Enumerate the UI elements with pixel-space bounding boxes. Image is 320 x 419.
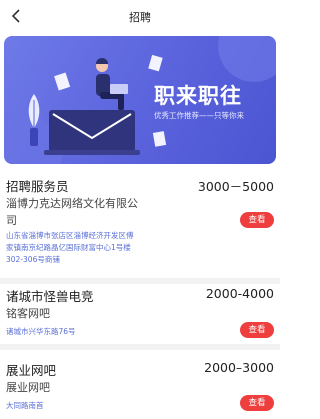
view-button[interactable]: 查看: [240, 322, 274, 338]
page-title: 招聘: [129, 11, 151, 24]
job-salary: 3000－5000: [197, 179, 274, 194]
job-salary: 2000–3000: [204, 360, 274, 375]
job-address: 大同路南首: [6, 401, 44, 410]
job-address: 诸城市兴华东路76号: [6, 327, 76, 336]
job-title: 展业网吧: [6, 363, 57, 378]
company-name: 展业网吧: [6, 381, 50, 394]
address-line: 家镇南京纪路晶亿国际财富中心1号楼: [6, 243, 131, 252]
company-name: 淄博力克达网络文化有限公 司: [6, 195, 138, 229]
promo-banner[interactable]: 职来职往 优秀工作推荐——只等你来: [4, 36, 276, 164]
banner-subtitle: 优秀工作推荐——只等你来: [154, 111, 244, 120]
job-salary: 2000-4000: [205, 286, 274, 301]
company-name: 铭客网吧: [6, 307, 50, 320]
view-button[interactable]: 查看: [240, 212, 274, 228]
address-line: 山东省淄博市张店区淄博经济开发区傅: [6, 231, 134, 240]
job-title: 诸城市怪兽电竞: [6, 289, 94, 304]
banner-title: 职来职往: [154, 84, 242, 108]
job-card[interactable]: 招聘服务员 3000－5000 淄博力克达网络文化有限公 司 山东省淄博市张店区…: [0, 168, 280, 280]
job-address: 山东省淄博市张店区淄博经济开发区傅 家镇南京纪路晶亿国际财富中心1号楼 302-…: [6, 230, 134, 266]
company-name-line: 淄博力克达网络文化有限公: [6, 197, 138, 210]
job-card[interactable]: 诸城市怪兽电竞 2000-4000 铭客网吧 诸城市兴华东路76号 查看: [0, 284, 280, 342]
job-title: 招聘服务员: [6, 179, 69, 194]
address-line: 302-306号商铺: [6, 255, 60, 264]
view-button[interactable]: 查看: [240, 395, 274, 411]
job-card[interactable]: 展业网吧 2000–3000 展业网吧 大同路南首 查看: [0, 350, 280, 419]
top-bar: 招聘: [0, 0, 280, 34]
company-name-line: 司: [6, 214, 17, 227]
